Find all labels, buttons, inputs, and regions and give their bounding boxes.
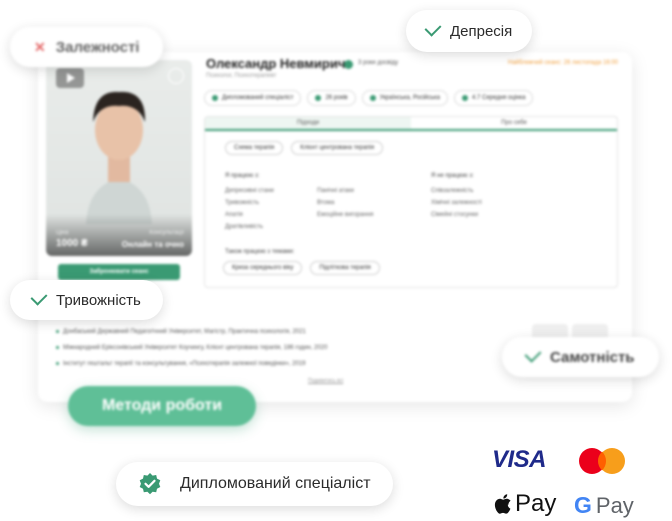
list-item: Втома — [317, 200, 335, 206]
list-item: Емоційне вигорання — [317, 212, 374, 218]
profile-chips: Дипломований спеціаліст 26 років Українс… — [204, 90, 534, 106]
works-with-list-1: Депресивні стани Тривожність Апатія Драт… — [225, 185, 274, 233]
view-all-link[interactable]: Подивитись всі — [308, 378, 343, 384]
price: 1000 ₴ — [56, 238, 88, 249]
google-pay-logo: G Pay — [574, 492, 634, 519]
list-item: Співзалежність — [431, 188, 474, 194]
experience-label: 3 роки досвіду — [358, 60, 399, 66]
tag-anxiety: Тривожність — [10, 280, 163, 320]
tag-depression: Депресія — [406, 10, 533, 52]
portrait-image — [86, 91, 152, 224]
profile-tabs: Підходи Про себе — [205, 117, 617, 131]
google-g-icon: G — [574, 492, 592, 518]
education-item: Інститут гештальт терапії та консультува… — [56, 356, 327, 372]
list-item: Сімейні стосунки — [431, 212, 479, 218]
tag-label: Самотність — [550, 348, 635, 366]
chip-age: 26 років — [307, 90, 356, 106]
tag-label: Тривожність — [56, 291, 141, 309]
list-item: Тривожність — [225, 200, 259, 206]
not-works-with-title: Я не працюю з: — [431, 173, 474, 179]
approaches-panel: Підходи Про себе Схема терапія Клієнт це… — [204, 116, 618, 288]
tag-label: Залежності — [55, 38, 140, 56]
tag-addictions: ✕ Залежності — [10, 27, 164, 67]
rating-icon — [461, 95, 468, 101]
methods-list: Схема терапія Клієнт центрована терапія — [225, 141, 384, 155]
list-item: Панічні атаки — [317, 188, 354, 194]
certified-icon — [212, 95, 218, 101]
themes-title: Також працюю з темами: — [225, 249, 295, 255]
stage: Ціна 1000 ₴ Консультації Онлайн та очно … — [0, 0, 672, 521]
theme-pill: Підліткова терапія — [310, 261, 380, 275]
language-icon — [369, 95, 376, 101]
person-icon — [315, 95, 322, 101]
role-label: Психолог, Психотерапевт — [206, 73, 277, 79]
psychologist-name: Олександр Невмирич — [206, 56, 346, 71]
badge-label: Дипломований спеціаліст — [180, 475, 371, 492]
consultation-mode: Онлайн та очно — [121, 240, 184, 249]
education-item: Міжнародний Еріксонівський Університет К… — [56, 340, 327, 356]
method-pill: Клієнт центрована терапія — [291, 141, 384, 155]
apple-pay-logo: Pay — [494, 490, 556, 518]
check-icon — [30, 288, 48, 306]
works-with-list-2: Панічні атаки Втома Емоційне вигорання — [317, 185, 373, 221]
check-icon — [424, 19, 442, 37]
mastercard-logo — [579, 448, 625, 474]
next-session-label: Найближчий сеанс: 26 листопада 16:00 — [507, 60, 618, 66]
chip-certified: Дипломований спеціаліст — [204, 90, 302, 106]
themes-list: Криза середнього віку Підліткова терапія — [223, 261, 380, 275]
works-with-title: Я працюю з: — [225, 173, 260, 179]
tag-label: Депресія — [450, 22, 513, 40]
apple-icon — [494, 494, 511, 514]
chip-rating: 4.7 Середня оцінка — [453, 90, 534, 106]
tab-about[interactable]: Про себе — [411, 117, 617, 129]
verified-icon — [344, 60, 353, 69]
education-list: Донбаський Державний Педагогічний Універ… — [56, 324, 327, 372]
theme-pill: Криза середнього віку — [223, 261, 303, 275]
education-item: Донбаський Державний Педагогічний Універ… — [56, 324, 327, 340]
visa-logo: VISA — [492, 446, 547, 473]
chip-languages: Українська, Російська — [361, 90, 448, 106]
play-video-icon[interactable] — [56, 68, 84, 88]
methods-button[interactable]: Методи роботи — [68, 386, 256, 426]
tab-approaches[interactable]: Підходи — [205, 117, 411, 129]
mode-caption: Консультації — [149, 230, 184, 236]
favorite-heart-icon[interactable] — [168, 68, 184, 84]
not-works-with-list: Співзалежність Хімічні залежності Сімейн… — [431, 185, 482, 221]
tag-loneliness: Самотність — [502, 337, 659, 377]
cross-icon: ✕ — [34, 38, 46, 55]
profile-photo[interactable]: Ціна 1000 ₴ Консультації Онлайн та очно — [46, 60, 192, 256]
list-item: Апатія — [225, 212, 243, 218]
list-item: Хімічні залежності — [431, 200, 482, 206]
verified-badge-icon — [139, 473, 161, 495]
apple-pay-label: Pay — [515, 490, 557, 517]
price-caption: Ціна — [56, 230, 69, 236]
method-pill: Схема терапія — [225, 141, 284, 155]
certified-specialist-badge: Дипломований спеціаліст — [116, 462, 393, 506]
list-item: Депресивні стани — [225, 188, 274, 194]
book-session-button[interactable]: Забронювати сеанс — [58, 264, 180, 280]
photo-overlay: Ціна 1000 ₴ Консультації Онлайн та очно — [46, 214, 192, 256]
google-pay-label: Pay — [595, 492, 634, 518]
check-icon — [524, 345, 542, 363]
list-item: Дратівливість — [225, 224, 263, 230]
